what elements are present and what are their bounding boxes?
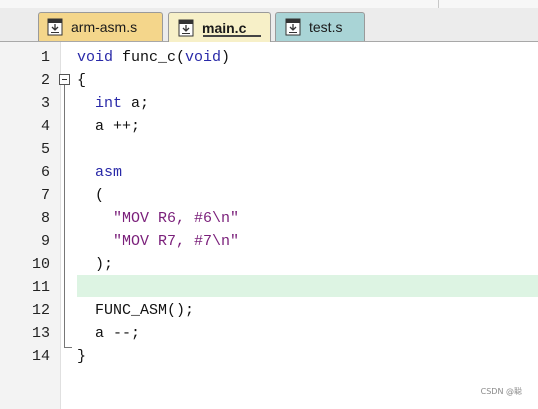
code-text: asm xyxy=(77,164,122,181)
code-line[interactable]: 3 int a; xyxy=(0,91,538,114)
top-strip-divider xyxy=(438,0,439,8)
line-number: 7 xyxy=(40,187,50,204)
code-token: ( xyxy=(77,187,105,204)
code-token: } xyxy=(77,348,87,365)
code-editor[interactable]: 1 void func_c(void) 2{3 int a; 4 a ++; 5 6 as… xyxy=(0,42,538,409)
code-text: "MOV R7, #7\n" xyxy=(77,233,239,250)
line-number: 2 xyxy=(40,72,50,89)
code-line[interactable]: 1 void func_c(void) xyxy=(0,45,538,68)
code-text: int a; xyxy=(77,95,149,112)
line-number: 13 xyxy=(31,325,50,342)
code-token: a; xyxy=(122,95,150,112)
file-icon xyxy=(285,18,301,36)
keyword-token: int xyxy=(95,95,123,112)
code-text: { xyxy=(77,72,86,89)
code-text: } xyxy=(77,348,86,365)
tab-label: test.s xyxy=(309,19,343,35)
code-token: func_c( xyxy=(113,49,186,66)
code-line[interactable]: 8 "MOV R6, #6\n" xyxy=(0,206,538,229)
line-number: 14 xyxy=(31,348,50,365)
code-line[interactable]: 7 ( xyxy=(0,183,538,206)
watermark: CSDN @聪 xyxy=(480,387,522,396)
code-text: "MOV R6, #6\n" xyxy=(77,210,239,227)
line-number: 5 xyxy=(40,141,50,158)
top-strip xyxy=(0,0,538,8)
line-number: 4 xyxy=(40,118,50,135)
line-number: 3 xyxy=(40,95,50,112)
line-number: 9 xyxy=(40,233,50,250)
tab-label: arm-asm.s xyxy=(71,19,138,35)
line-number: 6 xyxy=(40,164,50,181)
tab-label: main.c xyxy=(202,19,247,36)
line-number: 11 xyxy=(31,279,50,296)
fold-guide-end xyxy=(64,347,72,348)
code-text: a ++; xyxy=(77,118,140,135)
line-number: 10 xyxy=(31,256,50,273)
code-line[interactable]: 14} xyxy=(0,344,538,367)
code-token: FUNC_ASM(); xyxy=(77,302,195,319)
code-text: FUNC_ASM(); xyxy=(77,302,194,319)
file-icon xyxy=(178,19,194,36)
code-line[interactable]: 10 ); xyxy=(0,252,538,275)
code-line[interactable]: 9 "MOV R7, #7\n" xyxy=(0,229,538,252)
string-token: "MOV R7, #7\n" xyxy=(113,233,240,250)
tab-bar: arm-asm.s main.c test.s xyxy=(0,8,538,42)
code-text: ( xyxy=(77,187,104,204)
tab-test-s[interactable]: test.s xyxy=(275,12,365,41)
keyword-token: asm xyxy=(95,164,123,181)
line-number: 8 xyxy=(40,210,50,227)
file-icon xyxy=(47,18,63,36)
code-line[interactable]: 11 xyxy=(0,275,538,298)
line-number: 12 xyxy=(31,302,50,319)
code-line[interactable]: 5 xyxy=(0,137,538,160)
keyword-token: void xyxy=(77,49,114,66)
code-line[interactable]: 2{ xyxy=(0,68,538,91)
code-line[interactable]: 12 FUNC_ASM(); xyxy=(0,298,538,321)
code-token: { xyxy=(77,72,87,89)
code-text: void func_c(void) xyxy=(77,49,230,66)
code-line[interactable]: 6 asm xyxy=(0,160,538,183)
code-token: a --; xyxy=(77,325,141,342)
code-line[interactable]: 13 a --; xyxy=(0,321,538,344)
fold-toggle-icon[interactable] xyxy=(59,74,70,85)
tab-arm-asm[interactable]: arm-asm.s xyxy=(38,12,163,41)
keyword-token: void xyxy=(185,49,222,66)
active-tab-underline xyxy=(203,35,261,37)
line-number: 1 xyxy=(40,49,50,66)
string-token: "MOV R6, #6\n" xyxy=(113,210,240,227)
code-text: ); xyxy=(77,256,113,273)
code-token: a ++; xyxy=(77,118,141,135)
code-line[interactable]: 4 a ++; xyxy=(0,114,538,137)
fold-guide-line xyxy=(64,85,65,347)
code-token: ); xyxy=(77,256,114,273)
tab-main-c[interactable]: main.c xyxy=(168,12,271,42)
code-text: a --; xyxy=(77,325,140,342)
code-token: ) xyxy=(221,49,231,66)
editor-window: arm-asm.s main.c test.s 1 void func_c(vo… xyxy=(0,0,538,409)
